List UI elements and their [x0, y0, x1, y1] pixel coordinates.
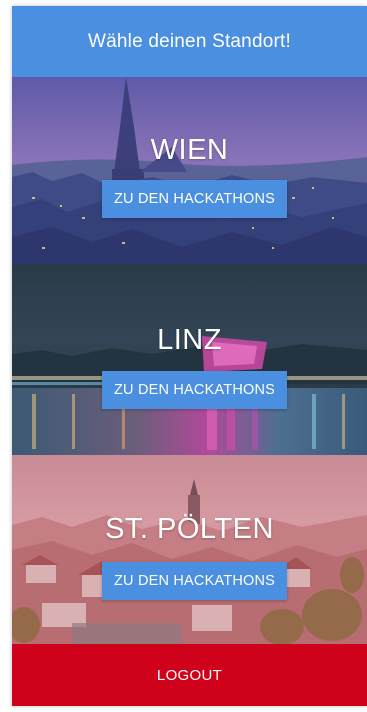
city-card-st-poelten: ST. PÖLTEN ZU DEN HACKATHONS — [12, 455, 367, 644]
st-poelten-city-image — [12, 455, 367, 644]
city-name-wien: WIEN — [150, 134, 229, 166]
linz-city-image — [12, 264, 367, 455]
linz-hackathons-button[interactable]: ZU DEN HACKATHONS — [102, 371, 287, 409]
city-card-linz: LINZ ZU DEN HACKATHONS — [12, 264, 367, 455]
logout-button[interactable]: LOGOUT — [12, 644, 367, 706]
st-poelten-hackathons-button[interactable]: ZU DEN HACKATHONS — [102, 562, 287, 600]
city-card-wien: WIEN ZU DEN HACKATHONS — [12, 77, 367, 264]
wien-hackathons-button[interactable]: ZU DEN HACKATHONS — [102, 180, 287, 218]
logout-label: LOGOUT — [156, 666, 223, 684]
page-title: Wähle deinen Standort! — [88, 30, 291, 52]
city-name-linz: LINZ — [157, 324, 222, 356]
wien-city-image — [12, 77, 367, 264]
location-header: Wähle deinen Standort! — [12, 6, 367, 77]
city-name-st-poelten: ST. PÖLTEN — [105, 513, 274, 545]
app-screen: Wähle deinen Standort! WIEN ZU DEN HACKA… — [12, 6, 367, 706]
